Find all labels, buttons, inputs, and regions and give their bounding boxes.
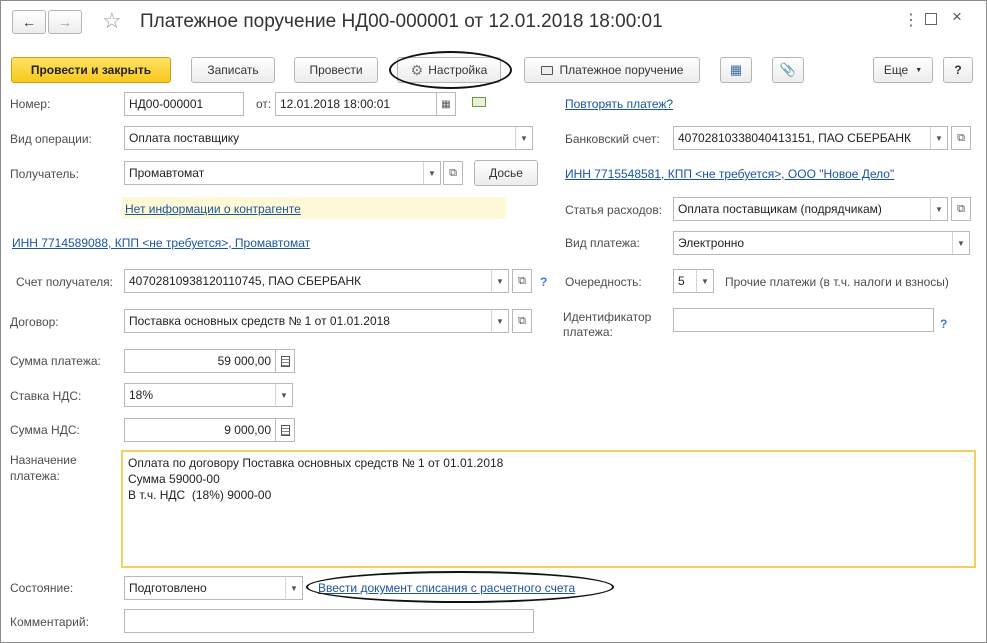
structure-button[interactable]: ▦ xyxy=(720,57,752,83)
priority-description: Прочие платежи (в т.ч. налоги и взносы) xyxy=(725,275,949,289)
purpose-label-line1: Назначение xyxy=(10,453,77,467)
bank-account-label: Банковский счет: xyxy=(565,132,660,146)
settings-label: Настройка xyxy=(428,63,488,77)
open-form-icon: ⧉ xyxy=(518,274,526,287)
amount-label: Сумма платежа: xyxy=(10,354,101,368)
no-counterparty-info-link[interactable]: Нет информации о контрагенте xyxy=(125,202,301,216)
state-dropdown[interactable]: ▼ xyxy=(285,576,303,600)
more-label: Еще xyxy=(883,63,909,77)
payment-id-label-line2: платежа: xyxy=(563,325,613,339)
recipient-label: Получатель: xyxy=(10,167,79,181)
purpose-textarea[interactable]: Оплата по договору Поставка основных сре… xyxy=(121,450,976,568)
number-field[interactable]: НД00-000001 xyxy=(124,92,244,116)
number-label: Номер: xyxy=(10,97,51,111)
open-form-icon: ⧉ xyxy=(518,314,526,327)
bank-account-open-button[interactable]: ⧉ xyxy=(951,126,971,150)
recipient-account-dropdown[interactable]: ▼ xyxy=(491,269,509,293)
organization-inn-link[interactable]: ИНН 7715548581, КПП <не требуется>, ООО … xyxy=(565,167,894,181)
close-icon[interactable]: × xyxy=(952,7,962,27)
print-label: Платежное поручение xyxy=(559,63,684,77)
expense-label: Статья расходов: xyxy=(565,203,663,217)
attachments-button[interactable]: 📎 xyxy=(772,57,804,83)
paperclip-icon: 📎 xyxy=(779,62,797,77)
contract-field[interactable]: Поставка основных средств № 1 от 01.01.2… xyxy=(124,309,492,333)
save-button[interactable]: Записать xyxy=(191,57,275,83)
expense-open-button[interactable]: ⧉ xyxy=(951,197,971,221)
operation-field[interactable]: Оплата поставщику xyxy=(124,126,516,150)
arrow-left-icon: ← xyxy=(22,14,36,30)
purpose-label-line2: платежа: xyxy=(10,469,60,483)
printer-icon xyxy=(540,65,553,75)
open-form-icon: ⧉ xyxy=(957,202,965,215)
comment-field[interactable] xyxy=(124,609,534,633)
expense-dropdown[interactable]: ▼ xyxy=(930,197,948,221)
calculator-icon xyxy=(280,355,290,367)
repeat-payment-link[interactable]: Повторять платеж? xyxy=(565,97,673,111)
state-field[interactable]: Подготовлено xyxy=(124,576,286,600)
recipient-inn-link[interactable]: ИНН 7714589088, КПП <не требуется>, Пром… xyxy=(12,236,310,250)
vat-rate-label: Ставка НДС: xyxy=(10,389,82,403)
vat-amount-label: Сумма НДС: xyxy=(10,423,80,437)
contract-open-button[interactable]: ⧉ xyxy=(512,309,532,333)
post-and-close-button[interactable]: Провести и закрыть xyxy=(11,57,171,83)
maximize-icon[interactable] xyxy=(925,13,937,25)
recipient-open-button[interactable]: ⧉ xyxy=(443,161,463,185)
priority-label: Очередность: xyxy=(565,275,642,289)
write-off-document-link[interactable]: Ввести документ списания с расчетного сч… xyxy=(318,581,575,595)
recipient-field[interactable]: Промавтомат xyxy=(124,161,424,185)
open-form-icon: ⧉ xyxy=(957,131,965,144)
settings-button[interactable]: ⚙ Настройка xyxy=(397,57,501,83)
recipient-account-field[interactable]: 40702810938120110745, ПАО СБЕРБАНК xyxy=(124,269,492,293)
bank-account-dropdown[interactable]: ▼ xyxy=(930,126,948,150)
vat-rate-field[interactable]: 18% xyxy=(124,383,276,407)
operation-dropdown[interactable]: ▼ xyxy=(515,126,533,150)
chevron-down-icon: ▼ xyxy=(915,66,923,74)
calendar-icon: ▦ xyxy=(441,98,451,110)
more-actions-icon[interactable]: ⋮ xyxy=(903,10,919,30)
forward-button[interactable]: → xyxy=(48,10,82,34)
help-button[interactable]: ? xyxy=(943,57,973,83)
payment-type-label: Вид платежа: xyxy=(565,236,640,250)
priority-field[interactable]: 5 xyxy=(673,269,697,293)
amount-field[interactable]: 59 000,00 xyxy=(124,349,276,373)
payment-id-help-icon[interactable]: ? xyxy=(940,317,947,331)
document-status-icon xyxy=(472,97,486,107)
priority-dropdown[interactable]: ▼ xyxy=(696,269,714,293)
print-payment-order-button[interactable]: Платежное поручение xyxy=(524,57,700,83)
state-label: Состояние: xyxy=(10,581,74,595)
star-icon[interactable]: ☆ xyxy=(102,8,122,34)
amount-calculator-button[interactable] xyxy=(275,349,295,373)
payment-type-dropdown[interactable]: ▼ xyxy=(952,231,970,255)
more-button[interactable]: Еще ▼ xyxy=(873,57,933,83)
back-button[interactable]: ← xyxy=(12,10,46,34)
bank-account-field[interactable]: 40702810338040413151, ПАО СБЕРБАНК xyxy=(673,126,931,150)
recipient-account-open-button[interactable]: ⧉ xyxy=(512,269,532,293)
payment-id-label-line1: Идентификатор xyxy=(563,310,652,324)
dossier-button[interactable]: Досье xyxy=(474,160,538,186)
payment-type-field[interactable]: Электронно xyxy=(673,231,953,255)
recipient-dropdown[interactable]: ▼ xyxy=(423,161,441,185)
operation-label: Вид операции: xyxy=(10,132,92,146)
calculator-icon xyxy=(280,424,290,436)
recipient-account-help-icon[interactable]: ? xyxy=(540,275,547,289)
date-label: от: xyxy=(256,97,272,111)
page-title: Платежное поручение НД00-000001 от 12.01… xyxy=(140,11,663,32)
calendar-button[interactable]: ▦ xyxy=(436,92,456,116)
payment-id-field[interactable] xyxy=(673,308,934,332)
vat-calculator-button[interactable] xyxy=(275,418,295,442)
comment-label: Комментарий: xyxy=(10,615,89,629)
contract-label: Договор: xyxy=(10,315,59,329)
open-form-icon: ⧉ xyxy=(449,166,457,179)
post-button[interactable]: Провести xyxy=(294,57,378,83)
gear-icon: ⚙ xyxy=(410,61,424,78)
date-field[interactable]: 12.01.2018 18:00:01 xyxy=(275,92,437,116)
vat-amount-field[interactable]: 9 000,00 xyxy=(124,418,276,442)
recipient-account-label: Счет получателя: xyxy=(16,275,113,289)
expense-field[interactable]: Оплата поставщикам (подрядчикам) xyxy=(673,197,931,221)
arrow-right-icon: → xyxy=(58,14,72,30)
vat-rate-dropdown[interactable]: ▼ xyxy=(275,383,293,407)
contract-dropdown[interactable]: ▼ xyxy=(491,309,509,333)
hierarchy-icon: ▦ xyxy=(729,62,743,77)
